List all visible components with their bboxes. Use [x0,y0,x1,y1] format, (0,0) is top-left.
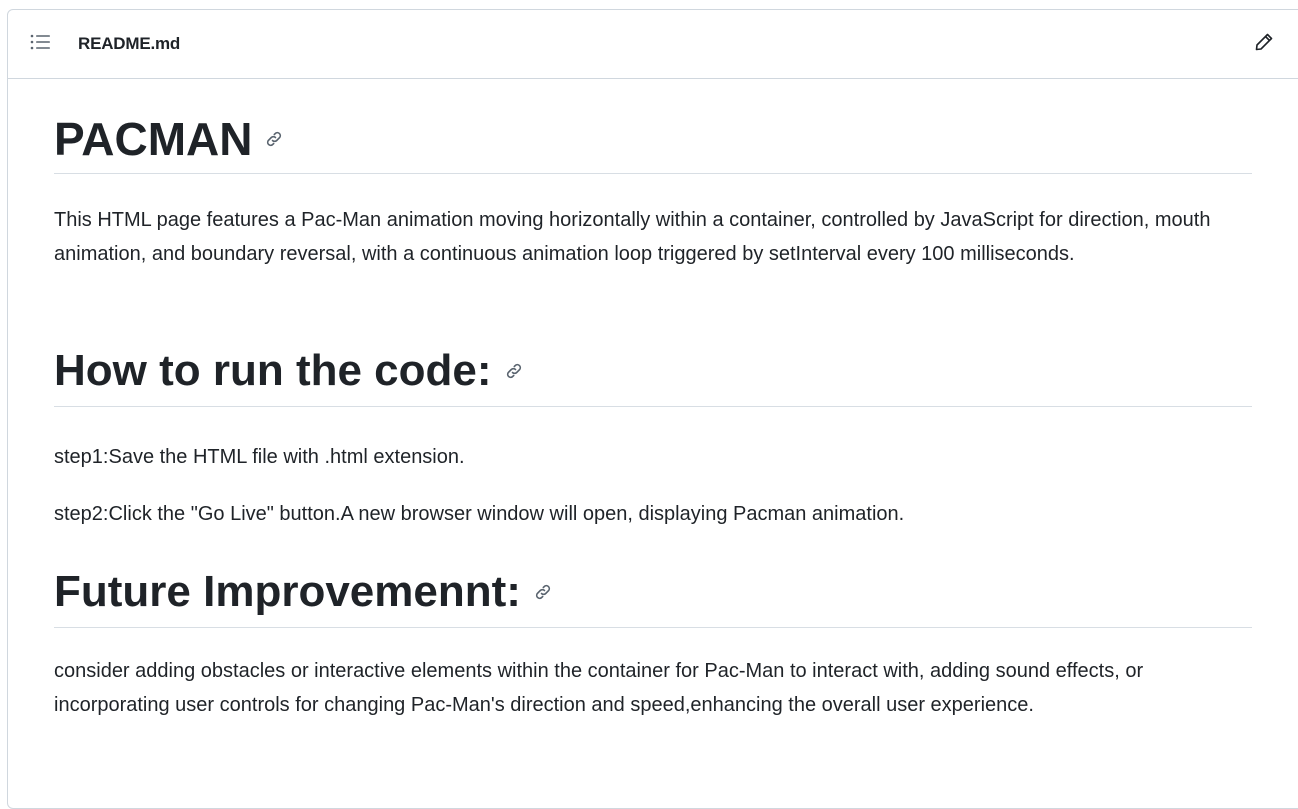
heading-text: PACMAN [54,113,253,165]
step2-paragraph: step2:Click the "Go Live" button.A new b… [54,503,905,525]
edit-file-button[interactable] [1250,30,1278,58]
heading-text: How to run the code: [54,345,492,395]
link-icon[interactable] [264,129,284,149]
pencil-icon [1254,32,1274,57]
heading-how-to-run: How to run the code: [54,335,1252,407]
intro-paragraph: This HTML page features a Pac-Man animat… [54,209,1211,265]
link-icon[interactable] [533,582,553,602]
outline-toggle-button[interactable] [26,30,54,58]
readme-panel: README.md PACMAN This HTML page features… [7,9,1298,809]
readme-header: README.md [8,10,1298,79]
list-unordered-icon [29,33,51,56]
file-name: README.md [78,34,181,53]
heading-text: Future Improvemennt: [54,566,521,616]
future-paragraph: consider adding obstacles or interactive… [54,660,1144,716]
step1-paragraph: step1:Save the HTML file with .html exte… [54,446,465,468]
link-icon[interactable] [504,361,524,381]
heading-pacman: PACMAN [54,105,1252,174]
heading-future-improvement: Future Improvemennt: [54,556,1252,628]
